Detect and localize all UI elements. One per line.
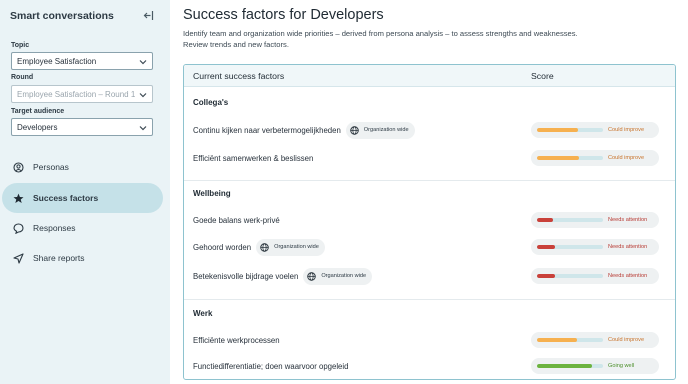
score-bar — [537, 245, 603, 249]
factor-row-label: Efficiënt samenwerken & beslissen — [193, 149, 313, 167]
organization-wide-chip: Organization wide — [303, 267, 373, 285]
factor-name: Betekenisvolle bijdrage voelen — [193, 271, 299, 281]
factor-name: Goede balans werk-privé — [193, 215, 280, 225]
score-pill: Could improve — [531, 122, 659, 138]
audience-select[interactable]: Developers — [11, 118, 153, 136]
globe-icon — [260, 242, 269, 252]
chevron-down-icon — [139, 93, 147, 98]
organization-wide-label: Organization wide — [363, 127, 409, 133]
organization-wide-label: Organization wide — [274, 244, 319, 250]
audience-value: Developers — [17, 122, 58, 132]
organization-wide-label: Organization wide — [321, 273, 367, 279]
score-label: Could improve — [608, 337, 645, 343]
factor-row-label: Gehoord worden Organization wide — [193, 238, 325, 256]
collapse-sidebar-button[interactable] — [140, 8, 156, 22]
score-bar-fill — [537, 218, 553, 222]
score-bar-fill — [537, 128, 578, 132]
score-label: Needs attention — [608, 273, 648, 279]
score-label: Could improve — [608, 155, 645, 161]
score-bar-fill — [537, 338, 577, 342]
topic-select[interactable]: Employee Satisfaction — [11, 52, 153, 70]
factor-row-label: Efficiënte werkprocessen — [193, 331, 280, 349]
page-description: Identify team and organization wide prio… — [183, 29, 578, 49]
nav-item-responses[interactable]: Responses — [2, 213, 163, 243]
score-pill: Needs attention — [531, 212, 659, 228]
score-pill: Going well — [531, 358, 659, 374]
score-bar — [537, 274, 603, 278]
section-divider — [184, 299, 675, 300]
score-bar-fill — [537, 274, 556, 278]
factor-row-label: Betekenisvolle bijdrage voelen Organizat… — [193, 267, 373, 285]
send-icon — [12, 252, 24, 264]
chat-bubble-icon — [12, 222, 24, 234]
collapse-left-icon — [143, 10, 153, 20]
nav-label-success-factors: Success factors — [33, 193, 99, 203]
score-bar — [537, 128, 603, 132]
topic-value: Employee Satisfaction — [17, 56, 97, 66]
factor-row-label: Continu kijken naar verbetermogelijkhede… — [193, 121, 415, 139]
score-bar — [537, 364, 603, 368]
section-title-werk: Werk — [193, 309, 213, 318]
nav-item-success-factors[interactable]: Success factors — [2, 183, 163, 213]
main-content: Success factors for Developers Identify … — [170, 0, 688, 384]
factor-row-label: Functiedifferentiatie; doen waarvoor opg… — [193, 357, 348, 375]
nav-label-responses: Responses — [33, 223, 76, 233]
nav-item-share-reports[interactable]: Share reports — [2, 243, 163, 273]
section-title-collegas: Collega's — [193, 98, 229, 107]
column-header-factors: Current success factors — [193, 71, 285, 81]
round-select[interactable]: Employee Satisfaction – Round 1 — [11, 85, 153, 103]
round-value: Employee Satisfaction – Round 1 — [17, 89, 136, 99]
globe-icon — [307, 271, 317, 281]
score-bar — [537, 218, 603, 222]
nav-item-personas[interactable]: Personas — [2, 152, 163, 182]
column-header-score: Score — [531, 71, 554, 81]
score-bar-fill — [537, 245, 556, 249]
section-title-wellbeing: Wellbeing — [193, 189, 231, 198]
score-bar-fill — [537, 156, 580, 160]
score-pill: Could improve — [531, 332, 659, 348]
table-header: Current success factors Score — [184, 65, 675, 87]
round-label: Round — [11, 74, 34, 81]
factor-name: Efficiënte werkprocessen — [193, 335, 280, 345]
chevron-down-icon — [139, 60, 147, 65]
factor-row-label: Goede balans werk-privé — [193, 211, 280, 229]
score-label: Could improve — [608, 127, 645, 133]
nav-label-personas: Personas — [33, 162, 69, 172]
chevron-down-icon — [139, 126, 147, 131]
score-label: Needs attention — [608, 244, 648, 250]
topic-label: Topic — [11, 42, 30, 49]
factor-name: Gehoord worden — [193, 242, 252, 252]
nav-label-share-reports: Share reports — [33, 253, 85, 263]
organization-wide-chip: Organization wide — [256, 238, 325, 256]
factor-name: Functiedifferentiatie; doen waarvoor opg… — [193, 361, 349, 371]
page-title: Success factors for Developers — [183, 7, 384, 23]
organization-wide-chip: Organization wide — [345, 121, 415, 139]
persona-icon — [12, 161, 24, 173]
sidebar-title: Smart conversations — [10, 10, 114, 22]
score-label: Going well — [608, 363, 635, 369]
score-pill: Needs attention — [531, 268, 659, 284]
sidebar: Smart conversations Topic Employee Satis… — [0, 0, 170, 384]
score-pill: Could improve — [531, 150, 659, 166]
score-bar — [537, 156, 603, 160]
section-divider — [184, 180, 675, 181]
score-pill: Needs attention — [531, 239, 659, 255]
globe-icon — [350, 125, 359, 135]
factor-name: Continu kijken naar verbetermogelijkhede… — [193, 125, 341, 135]
score-bar — [537, 338, 603, 342]
score-bar-fill — [537, 364, 593, 368]
audience-label: Target audience — [11, 108, 65, 115]
star-icon — [13, 193, 23, 203]
score-label: Needs attention — [608, 217, 648, 223]
success-factors-table: Current success factors Score Collega's … — [183, 64, 676, 380]
factor-name: Efficiënt samenwerken & beslissen — [193, 153, 314, 163]
